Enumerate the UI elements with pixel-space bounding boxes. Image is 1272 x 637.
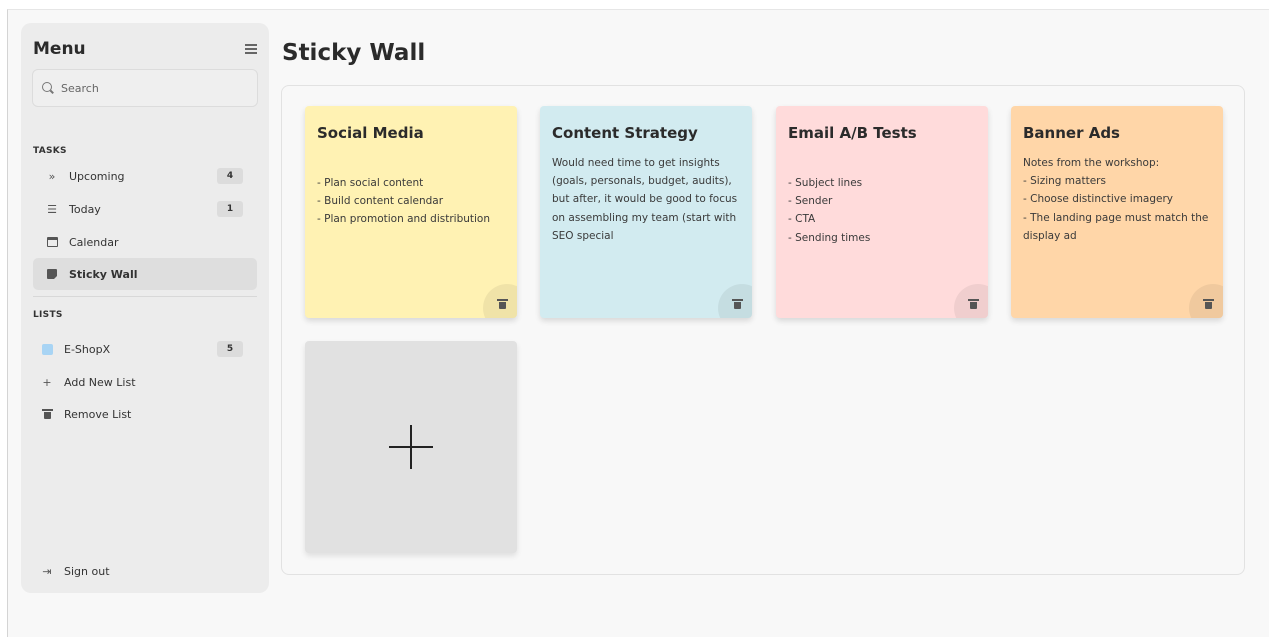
sidebar-item-today[interactable]: ☰ Today 1 bbox=[33, 195, 257, 223]
note-line: - Sending times bbox=[788, 231, 871, 244]
sidebar-header: Menu bbox=[33, 37, 259, 61]
note-line: - The landing page must match the bbox=[1023, 211, 1209, 224]
note-line: - Choose distinctive imagery bbox=[1023, 193, 1174, 206]
note-body: Would need time to get insights (goals, … bbox=[552, 154, 748, 245]
sidebar-item-label: Today bbox=[69, 202, 101, 216]
note-body: Notes from the workshop: - Sizing matter… bbox=[1023, 154, 1219, 245]
note-line: - Sender bbox=[788, 195, 833, 208]
checklist-icon: ☰ bbox=[47, 202, 57, 216]
note-line: - Subject lines bbox=[788, 177, 863, 189]
sidebar-item-upcoming[interactable]: » Upcoming 4 bbox=[33, 162, 257, 190]
note-line: (goals, personals, budget, audits), bbox=[552, 175, 732, 188]
page-title: Sticky Wall bbox=[282, 40, 426, 66]
trash-icon bbox=[968, 299, 979, 309]
sidebar: Menu TASKS » Upcoming 4 ☰ Today 1 Calend… bbox=[21, 23, 269, 593]
search-box[interactable] bbox=[32, 69, 258, 107]
note-line: - Plan promotion and distribution bbox=[317, 213, 491, 226]
note-body: - Plan social content - Build content ca… bbox=[317, 174, 513, 229]
sidebar-item-label: Add New List bbox=[64, 375, 136, 389]
sticky-note-icon bbox=[45, 267, 59, 281]
sidebar-item-label: Upcoming bbox=[69, 169, 125, 183]
sidebar-item-label: Calendar bbox=[69, 235, 119, 249]
tasks-section-label: TASKS bbox=[33, 146, 67, 156]
note-line: Notes from the workshop: bbox=[1023, 157, 1160, 169]
calendar-icon bbox=[45, 235, 59, 249]
sidebar-item-label: E-ShopX bbox=[64, 342, 111, 356]
delete-note-button[interactable] bbox=[1189, 284, 1223, 318]
trash-icon bbox=[40, 407, 54, 421]
sidebar-item-calendar[interactable]: Calendar bbox=[33, 228, 257, 256]
sidebar-list-eshopx[interactable]: E-ShopX 5 bbox=[33, 335, 257, 363]
note-line: but after, it would be good to focus bbox=[552, 193, 738, 206]
sidebar-item-label: Sticky Wall bbox=[69, 267, 138, 281]
search-input[interactable] bbox=[61, 81, 241, 95]
trash-icon bbox=[1203, 299, 1214, 309]
sign-out-button[interactable]: ⇥ Sign out bbox=[33, 557, 257, 585]
note-line: - Plan social content bbox=[317, 177, 424, 189]
lists-section-label: LISTS bbox=[33, 310, 63, 320]
sticky-note[interactable]: Social Media - Plan social content - Bui… bbox=[305, 106, 517, 318]
hamburger-menu-icon[interactable] bbox=[245, 44, 259, 54]
note-body: - Subject lines - Sender - CTA - Sending… bbox=[788, 174, 984, 247]
note-line: display ad bbox=[1023, 229, 1077, 242]
sticky-note[interactable]: Banner Ads Notes from the workshop: - Si… bbox=[1011, 106, 1223, 318]
delete-note-button[interactable] bbox=[718, 284, 752, 318]
double-chevron-right-icon: » bbox=[48, 169, 56, 183]
add-note-button[interactable] bbox=[305, 341, 517, 553]
sidebar-divider bbox=[33, 296, 257, 297]
sticky-note[interactable]: Content Strategy Would need time to get … bbox=[540, 106, 752, 318]
note-title: Content Strategy bbox=[552, 124, 698, 142]
note-title: Social Media bbox=[317, 124, 424, 142]
note-line: Would need time to get insights bbox=[552, 157, 720, 169]
sidebar-item-label: Sign out bbox=[64, 564, 110, 578]
count-badge: 1 bbox=[217, 201, 243, 217]
sticky-note[interactable]: Email A/B Tests - Subject lines - Sender… bbox=[776, 106, 988, 318]
plus-icon bbox=[389, 425, 433, 469]
note-line: SEO special bbox=[552, 229, 614, 242]
count-badge: 5 bbox=[217, 341, 243, 357]
delete-note-button[interactable] bbox=[954, 284, 988, 318]
trash-icon bbox=[732, 299, 743, 309]
plus-icon: + bbox=[42, 375, 52, 389]
sidebar-title: Menu bbox=[33, 39, 86, 59]
note-title: Banner Ads bbox=[1023, 124, 1120, 142]
note-line: - Sizing matters bbox=[1023, 175, 1106, 188]
sticky-wall-board: Social Media - Plan social content - Bui… bbox=[281, 85, 1245, 575]
search-icon bbox=[41, 81, 55, 95]
note-line: - CTA bbox=[788, 213, 816, 226]
delete-note-button[interactable] bbox=[483, 284, 517, 318]
note-line: - Build content calendar bbox=[317, 195, 444, 208]
sign-out-icon: ⇥ bbox=[42, 564, 52, 578]
note-title: Email A/B Tests bbox=[788, 124, 917, 142]
add-new-list-button[interactable]: + Add New List bbox=[33, 368, 257, 396]
count-badge: 4 bbox=[217, 168, 243, 184]
remove-list-button[interactable]: Remove List bbox=[33, 400, 257, 428]
sidebar-item-sticky-wall[interactable]: Sticky Wall bbox=[33, 258, 257, 290]
list-color-icon bbox=[40, 342, 54, 356]
note-line: on assembling my team (start with bbox=[552, 211, 737, 224]
trash-icon bbox=[497, 299, 508, 309]
sidebar-item-label: Remove List bbox=[64, 407, 132, 421]
